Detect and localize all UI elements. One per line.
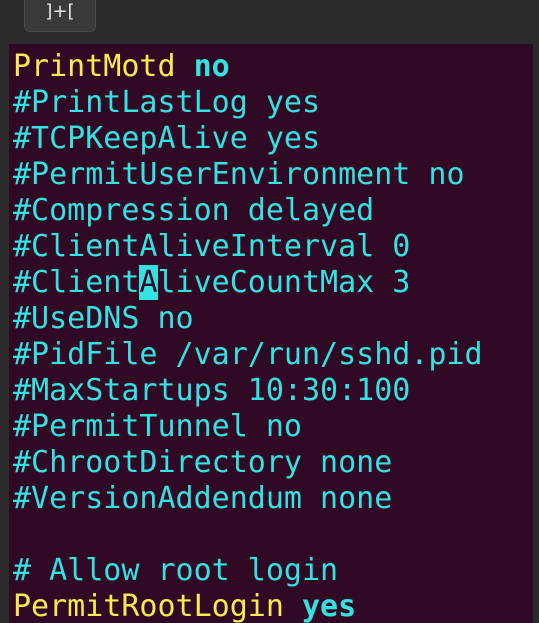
comment-line: #VersionAddendum none [13,481,393,516]
config-separator [176,49,194,84]
text-cursor: A [139,265,158,300]
config-key: PrintMotd [13,49,176,84]
window-border-left [0,44,9,623]
terminal-window: ]+[ PrintMotd no #PrintLastLog yes #TCPK… [0,0,539,623]
config-value: yes [302,589,357,623]
comment-line: #TCPKeepAlive yes [13,121,321,156]
terminal-text-area[interactable]: PrintMotd no #PrintLastLog yes #TCPKeepA… [9,44,533,623]
comment-line: #UseDNS no [13,301,194,336]
config-separator [284,589,302,623]
new-tab-button[interactable]: ]+[ [24,0,96,32]
config-line-printmotd: PrintMotd no [13,49,230,85]
comment-line: #PrintLastLog yes [13,85,321,120]
line-text-before-cursor: #Client [13,265,140,300]
line-text-after-cursor: liveCountMax 3 [157,265,411,300]
comment-line: # Allow root login [13,553,339,588]
comment-line: #PermitTunnel no [13,409,302,444]
comment-line: #ClientAliveInterval 0 [13,229,411,264]
comment-line: #Compression delayed [13,193,375,228]
comment-line: #PermitUserEnvironment no [13,157,465,192]
title-bar: ]+[ [0,0,539,45]
config-key: PermitRootLogin [13,589,284,623]
window-border-right [533,44,539,623]
comment-line-with-cursor: #ClientAliveCountMax 3 [13,265,410,301]
comment-line: #ChrootDirectory none [13,445,393,480]
config-line-permitrootlogin: PermitRootLogin yes [13,589,356,623]
comment-line: #PidFile /var/run/sshd.pid [13,337,483,372]
config-value: no [193,49,230,84]
comment-line: #MaxStartups 10:30:100 [13,373,411,408]
